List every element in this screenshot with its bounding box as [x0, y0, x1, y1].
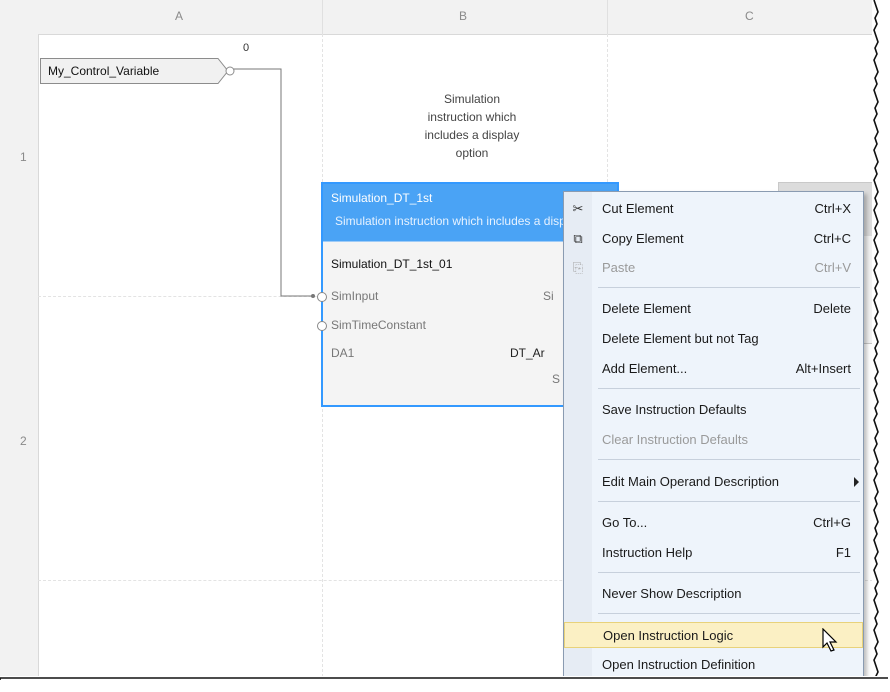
- menu-separator: [598, 459, 860, 460]
- menu-item-shortcut: Delete: [813, 301, 851, 316]
- input-tag-value: 0: [243, 42, 250, 54]
- menu-item-label: Add Element...: [602, 361, 688, 376]
- comment-line: option: [455, 146, 489, 160]
- scissors-icon: ✂: [572, 201, 584, 216]
- input-reference-tag[interactable]: My_Control_Variable: [40, 58, 235, 84]
- menu-item-label: Paste: [602, 260, 636, 275]
- menu-item-paste[interactable]: ⎘ Paste Ctrl+V: [564, 255, 863, 281]
- menu-item-label: Clear Instruction Defaults: [602, 432, 748, 447]
- pin-output-label: Si: [543, 289, 554, 303]
- menu-item-shortcut: Ctrl+G: [813, 515, 851, 530]
- pin-simtimeconstant-label: SimTimeConstant: [331, 318, 426, 332]
- menu-item-shortcut: Alt+Insert: [795, 361, 851, 376]
- menu-item-label: Never Show Description: [602, 586, 742, 601]
- copy-icon: ⧉: [573, 231, 583, 246]
- menu-item-label: Edit Main Operand Description: [602, 474, 780, 489]
- menu-item-delete-element-not-tag[interactable]: Delete Element but not Tag: [564, 326, 863, 352]
- pin-connector-icon[interactable]: [317, 321, 327, 331]
- pin-da1-value: DT_Ar: [510, 346, 545, 360]
- torn-edge-bottom: [0, 676, 890, 692]
- menu-item-label: Instruction Help: [602, 545, 693, 560]
- menu-item-label: Cut Element: [602, 201, 674, 216]
- menu-item-label: Copy Element: [602, 231, 684, 246]
- menu-item-instruction-help[interactable]: Instruction Help F1: [564, 540, 863, 566]
- pin-siminput-label: SimInput: [331, 289, 379, 303]
- instruction-comment[interactable]: Simulation instruction which includes a …: [410, 90, 534, 162]
- comment-line: instruction which: [427, 110, 517, 124]
- menu-separator: [598, 501, 860, 502]
- menu-item-open-instruction-logic[interactable]: Open Instruction Logic: [564, 622, 863, 648]
- menu-item-edit-main-operand-description[interactable]: Edit Main Operand Description: [564, 469, 863, 495]
- menu-item-delete-element[interactable]: Delete Element Delete: [564, 296, 863, 322]
- menu-item-label: Delete Element: [602, 301, 691, 316]
- menu-item-label: Open Instruction Definition: [602, 657, 756, 672]
- menu-separator: [598, 572, 860, 573]
- pin-output-label: S: [552, 372, 561, 386]
- menu-item-shortcut: Ctrl+X: [814, 201, 851, 216]
- menu-item-go-to[interactable]: Go To... Ctrl+G: [564, 510, 863, 536]
- submenu-arrow-icon: [854, 477, 859, 487]
- menu-separator: [598, 613, 860, 614]
- menu-separator: [598, 388, 860, 389]
- block-tag-name: Simulation_DT_1st_01: [331, 257, 453, 271]
- torn-edge-right: [872, 0, 890, 692]
- menu-item-add-element[interactable]: Add Element... Alt+Insert: [564, 356, 863, 382]
- menu-item-copy-element[interactable]: ⧉ Copy Element Ctrl+C: [564, 226, 863, 252]
- menu-item-label: Delete Element but not Tag: [602, 331, 759, 346]
- menu-item-save-instruction-defaults[interactable]: Save Instruction Defaults: [564, 397, 863, 423]
- menu-item-label: Open Instruction Logic: [603, 628, 734, 643]
- paste-icon: ⎘: [572, 260, 584, 275]
- menu-item-never-show-description[interactable]: Never Show Description: [564, 581, 863, 607]
- menu-item-label: Go To...: [602, 515, 648, 530]
- block-description: Simulation instruction which includes a …: [335, 214, 575, 228]
- menu-separator: [598, 287, 860, 288]
- menu-item-clear-instruction-defaults[interactable]: Clear Instruction Defaults: [564, 427, 863, 453]
- menu-item-shortcut: Ctrl+V: [814, 260, 851, 275]
- mouse-pointer-icon: [822, 628, 838, 652]
- input-tag-name: My_Control_Variable: [48, 64, 160, 78]
- menu-item-label: Save Instruction Defaults: [602, 402, 747, 417]
- menu-item-cut-element[interactable]: ✂ Cut Element Ctrl+X: [564, 196, 863, 222]
- menu-item-shortcut: Ctrl+C: [813, 231, 851, 246]
- context-menu: ✂ Cut Element Ctrl+X ⧉ Copy Element Ctrl…: [563, 191, 864, 682]
- comment-line: Simulation: [443, 92, 501, 106]
- block-title: Simulation_DT_1st: [331, 191, 433, 205]
- pin-da1-label: DA1: [331, 346, 355, 360]
- comment-line: includes a display: [424, 128, 520, 142]
- menu-item-open-instruction-definition[interactable]: Open Instruction Definition: [564, 652, 863, 678]
- menu-item-shortcut: F1: [835, 545, 851, 560]
- pin-connector-icon[interactable]: [317, 292, 327, 302]
